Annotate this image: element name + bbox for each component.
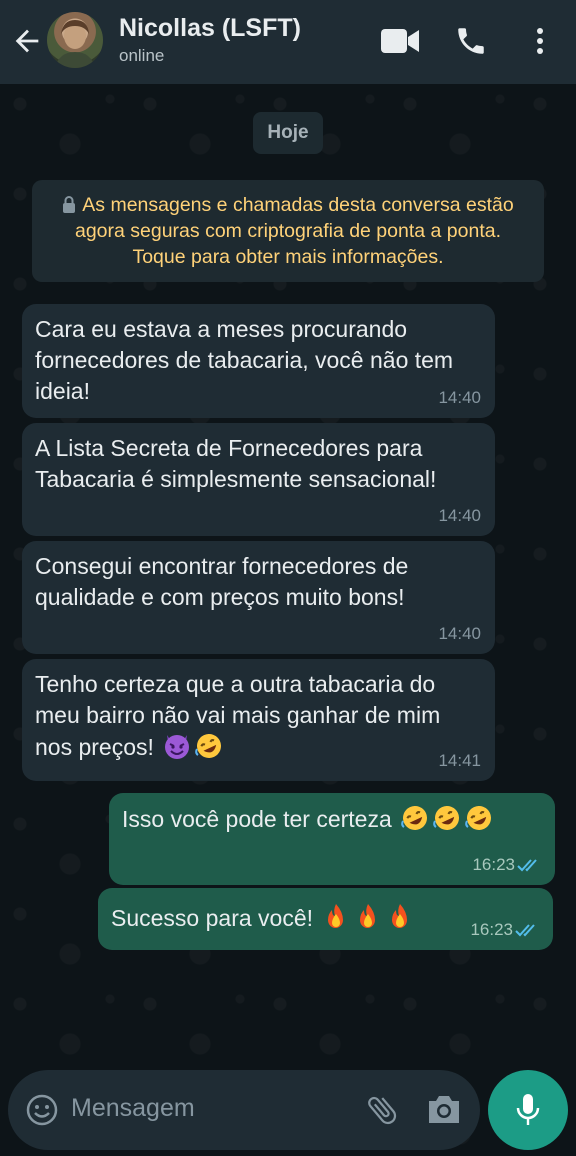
message-bubble-incoming[interactable]: A Lista Secreta de Fornecedores para Tab… — [22, 423, 495, 536]
video-call-icon[interactable] — [380, 26, 420, 56]
message-bubble-incoming[interactable]: Consegui encontrar fornecedores de quali… — [22, 541, 495, 654]
camera-icon[interactable] — [426, 1092, 462, 1126]
phone-icon[interactable] — [454, 24, 488, 58]
encryption-notice-text: As mensagens e chamadas desta conversa e… — [74, 194, 514, 268]
message-text-wrap: Tenho certeza que a outra tabacaria do m… — [35, 669, 483, 763]
avatar[interactable] — [47, 12, 103, 68]
message-text: Cara eu estava a meses procurando fornec… — [35, 316, 454, 404]
rofl-icon — [433, 806, 460, 830]
lock-icon — [63, 196, 76, 213]
more-vert-icon[interactable] — [528, 24, 552, 58]
message-time: 14:40 — [438, 506, 481, 525]
contact-name[interactable]: Nicollas (LSFT) — [119, 14, 301, 43]
fire-icon — [360, 904, 376, 928]
message-text-wrap: Isso você pode ter certeza — [122, 803, 543, 835]
mic-button[interactable] — [488, 1070, 568, 1150]
rofl-icon — [195, 734, 222, 758]
message-text: Isso você pode ter certeza — [122, 806, 392, 832]
message-bubble-outgoing[interactable]: Sucesso para você! 16:23 — [98, 888, 553, 950]
read-ticks-icon — [515, 924, 535, 937]
message-bubble-outgoing[interactable]: Isso você pode ter certeza 16:23 — [109, 793, 555, 885]
chat-header: Nicollas (LSFT) online — [0, 0, 576, 84]
message-time: 16:23 — [470, 920, 513, 939]
smiling-imp-icon — [165, 735, 190, 759]
message-text: A Lista Secreta de Fornecedores para Tab… — [35, 435, 437, 492]
message-time: 14:40 — [438, 624, 481, 643]
back-arrow-icon[interactable] — [10, 24, 44, 58]
message-input[interactable]: Mensagem — [71, 1094, 195, 1123]
mic-icon — [516, 1094, 540, 1125]
message-bubble-incoming[interactable]: Cara eu estava a meses procurando fornec… — [22, 304, 495, 418]
message-text: Sucesso para você! — [111, 905, 314, 931]
date-chip: Hoje — [253, 112, 323, 154]
message-text: Tenho certeza que a outra tabacaria do m… — [35, 671, 441, 760]
rofl-icon — [401, 806, 428, 830]
rofl-icon — [465, 806, 492, 830]
emoji-icon[interactable] — [26, 1094, 58, 1126]
read-ticks-icon — [517, 859, 537, 872]
message-time: 16:23 — [472, 855, 515, 874]
message-bubble-incoming[interactable]: Tenho certeza que a outra tabacaria do m… — [22, 659, 495, 781]
message-time: 14:40 — [438, 388, 481, 407]
message-time: 14:41 — [438, 751, 481, 770]
fire-icon — [328, 904, 344, 928]
message-text: Consegui encontrar fornecedores de quali… — [35, 553, 409, 610]
message-composer[interactable]: Mensagem — [8, 1070, 480, 1150]
encryption-notice[interactable]: As mensagens e chamadas desta conversa e… — [32, 180, 544, 282]
contact-status: online — [119, 46, 165, 65]
fire-icon — [392, 904, 408, 928]
attach-icon[interactable] — [364, 1092, 400, 1128]
